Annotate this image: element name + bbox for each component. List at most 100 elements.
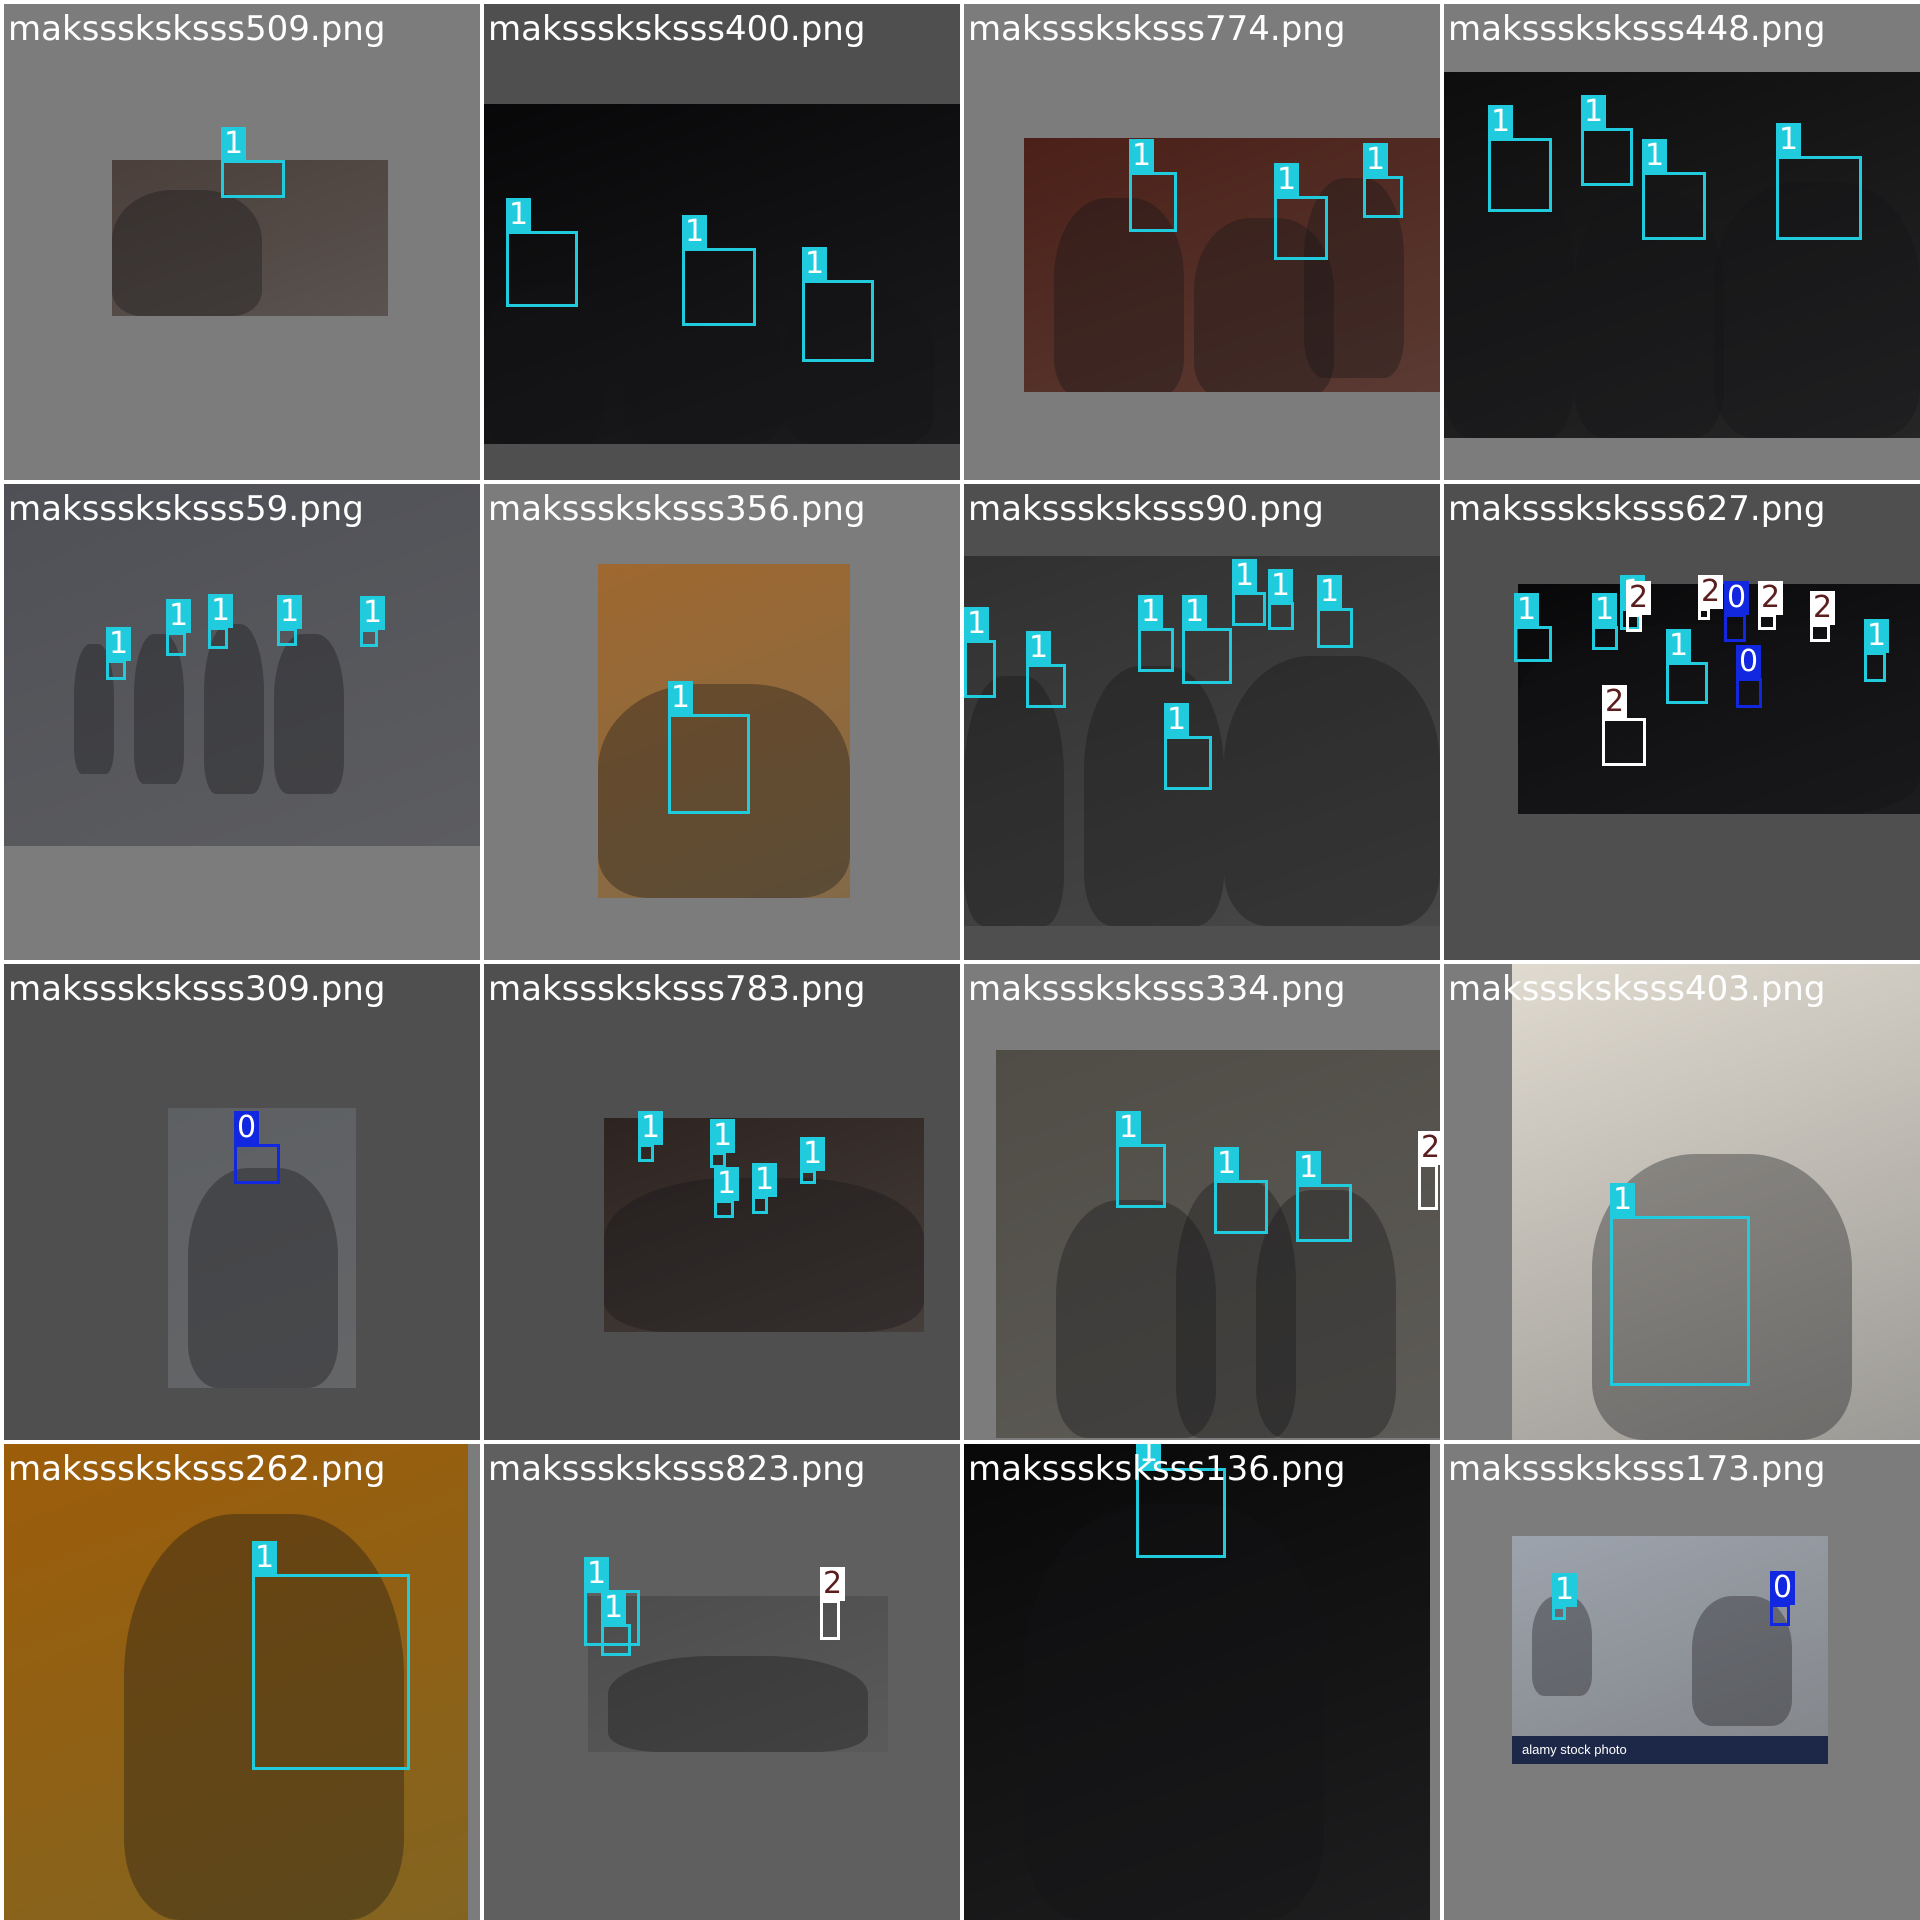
detection-box: 1 — [1164, 703, 1212, 790]
class-label: 1 — [506, 198, 532, 232]
detection-box: 2 — [820, 1567, 846, 1640]
class-label: 1 — [1138, 595, 1164, 629]
class-label: 1 — [1776, 123, 1802, 157]
detection-box: 2 — [1626, 581, 1652, 632]
detection-box: 0 — [234, 1111, 280, 1184]
person-silhouette — [274, 634, 344, 794]
watermark-bar: alamy stock photo — [1512, 1736, 1828, 1764]
detection-box: 1 — [1182, 595, 1232, 684]
detection-box: 1 — [252, 1541, 410, 1770]
class-label: 1 — [1232, 559, 1258, 593]
class-label: 1 — [221, 127, 247, 161]
class-label: 1 — [1268, 569, 1294, 603]
person-silhouette — [484, 284, 604, 444]
image-filename: maksssksksss262.png — [8, 1449, 386, 1489]
class-label: 1 — [1274, 163, 1300, 197]
image-filename: maksssksksss136.png — [968, 1449, 1346, 1489]
class-label: 1 — [252, 1541, 278, 1575]
class-label: 1 — [1488, 105, 1514, 139]
class-label: 1 — [1363, 143, 1389, 177]
class-label: 1 — [1129, 139, 1155, 173]
result-tile: maksssksksss448.png 1 1 1 1 — [1444, 4, 1920, 480]
class-label: 1 — [638, 1111, 664, 1145]
result-tile: maksssksksss783.png 1 1 1 1 1 — [484, 964, 960, 1440]
image-filename: maksssksksss403.png — [1448, 969, 1826, 1009]
class-label: 1 — [800, 1137, 826, 1171]
class-label: 1 — [682, 215, 708, 249]
result-tile: maksssksksss334.png 1 1 1 2 — [964, 964, 1440, 1440]
class-label: 2 — [1810, 591, 1836, 625]
detection-box: 1 — [682, 215, 756, 326]
image-filename: maksssksksss400.png — [488, 9, 866, 49]
person-silhouette — [1518, 624, 1920, 814]
person-silhouette — [1024, 1504, 1324, 1920]
class-label: 2 — [1698, 575, 1724, 609]
detection-box: 1 — [1232, 559, 1266, 626]
person-silhouette — [1224, 656, 1440, 926]
class-label: 1 — [1182, 595, 1208, 629]
class-label: 1 — [1214, 1147, 1240, 1181]
detection-box: 1 — [638, 1111, 664, 1162]
sample-photo — [996, 1050, 1440, 1438]
detection-box: 2 — [1810, 591, 1836, 642]
detection-batch-grid: maksssksksss509.png 1 maksssksksss400.png 1… — [0, 0, 1920, 1920]
image-filename: maksssksksss783.png — [488, 969, 866, 1009]
person-silhouette — [1084, 666, 1224, 926]
class-label: 1 — [1642, 139, 1668, 173]
result-tile: maksssksksss403.png 1 — [1444, 964, 1920, 1440]
result-tile: maksssksksss823.png 1 1 2 — [484, 1444, 960, 1920]
detection-box: 2 — [1698, 575, 1724, 620]
detection-box: 1 — [1116, 1111, 1166, 1208]
class-label: 1 — [802, 247, 828, 281]
class-label: 1 — [1666, 629, 1692, 663]
result-tile: maksssksksss627.png111222221001 — [1444, 484, 1920, 960]
class-label: 1 — [1610, 1183, 1636, 1217]
detection-box: 1 — [1864, 619, 1890, 682]
class-label: 1 — [714, 1167, 740, 1201]
class-label: 1 — [710, 1119, 736, 1153]
class-label: 1 — [277, 595, 303, 629]
class-label: 1 — [1296, 1151, 1322, 1185]
class-label: 2 — [1602, 685, 1628, 719]
image-filename: maksssksksss309.png — [8, 969, 386, 1009]
class-label: 1 — [360, 596, 386, 630]
detection-box: 0 — [1724, 581, 1750, 642]
detection-box: 1 — [1026, 631, 1066, 708]
class-label: 1 — [1552, 1573, 1578, 1607]
class-label: 1 — [1514, 593, 1540, 627]
class-label: 1 — [1164, 703, 1190, 737]
class-label: 1 — [208, 594, 234, 628]
result-tile: maksssksksss59.png 1 1 1 1 1 — [4, 484, 480, 960]
detection-box: 1 — [208, 594, 234, 649]
detection-box: 1 — [106, 627, 132, 680]
class-label: 0 — [1724, 581, 1750, 615]
image-filename: maksssksksss448.png — [1448, 9, 1826, 49]
detection-box: 1 — [1488, 105, 1552, 212]
detection-box: 1 — [360, 596, 386, 647]
detection-box: 2 — [1418, 1131, 1440, 1210]
result-tile: maksssksksss90.png 1 1 1 1 1 1 1 1 — [964, 484, 1440, 960]
class-label: 1 — [752, 1163, 778, 1197]
class-label: 2 — [1758, 581, 1784, 615]
result-tile: maksssksksss356.png 1 — [484, 484, 960, 960]
detection-box: 1 — [1268, 569, 1294, 630]
detection-box: 0 — [1770, 1571, 1796, 1626]
detection-box: 1 — [668, 681, 750, 814]
detection-box: 2 — [1758, 581, 1784, 630]
class-label: 1 — [106, 627, 132, 661]
detection-box: 1 — [1776, 123, 1862, 240]
class-label: 1 — [1026, 631, 1052, 665]
person-silhouette — [134, 634, 184, 784]
detection-box: 1 — [800, 1137, 826, 1184]
sample-photo — [1444, 72, 1920, 438]
class-label: 0 — [234, 1111, 260, 1145]
detection-box: 1 — [601, 1591, 631, 1656]
image-filename: maksssksksss173.png — [1448, 1449, 1826, 1489]
detection-box: 1 — [1214, 1147, 1268, 1234]
person-silhouette — [204, 624, 264, 794]
class-label: 1 — [668, 681, 694, 715]
detection-box: 1 — [1666, 629, 1708, 704]
class-label: 1 — [584, 1557, 610, 1591]
person-silhouette — [608, 1656, 868, 1752]
detection-box: 1 — [964, 607, 996, 698]
